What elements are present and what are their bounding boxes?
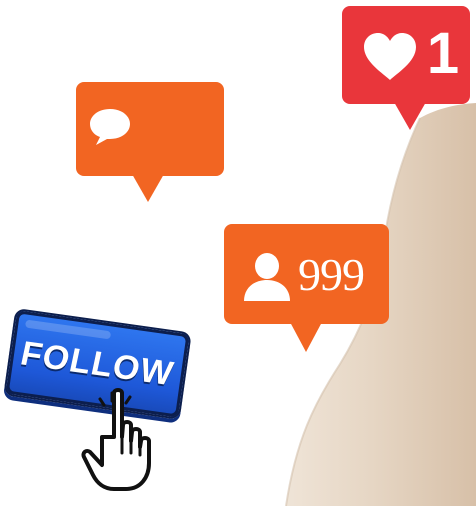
comments-notification xyxy=(76,82,224,202)
person-icon xyxy=(244,253,290,301)
comments-bubble-tail xyxy=(132,174,164,202)
likes-notification: 1 xyxy=(342,6,470,130)
followers-notification: 999 xyxy=(224,224,389,352)
likes-count: 1 xyxy=(426,21,460,86)
comment-icon xyxy=(90,109,130,145)
social-media-scene: 1 999 FOLLOW xyxy=(0,0,476,506)
followers-count: 999 xyxy=(298,249,365,300)
heart-icon xyxy=(364,33,416,80)
followers-bubble-tail xyxy=(290,322,322,352)
likes-bubble-tail xyxy=(394,102,426,130)
hand-pointer-icon xyxy=(81,388,151,491)
